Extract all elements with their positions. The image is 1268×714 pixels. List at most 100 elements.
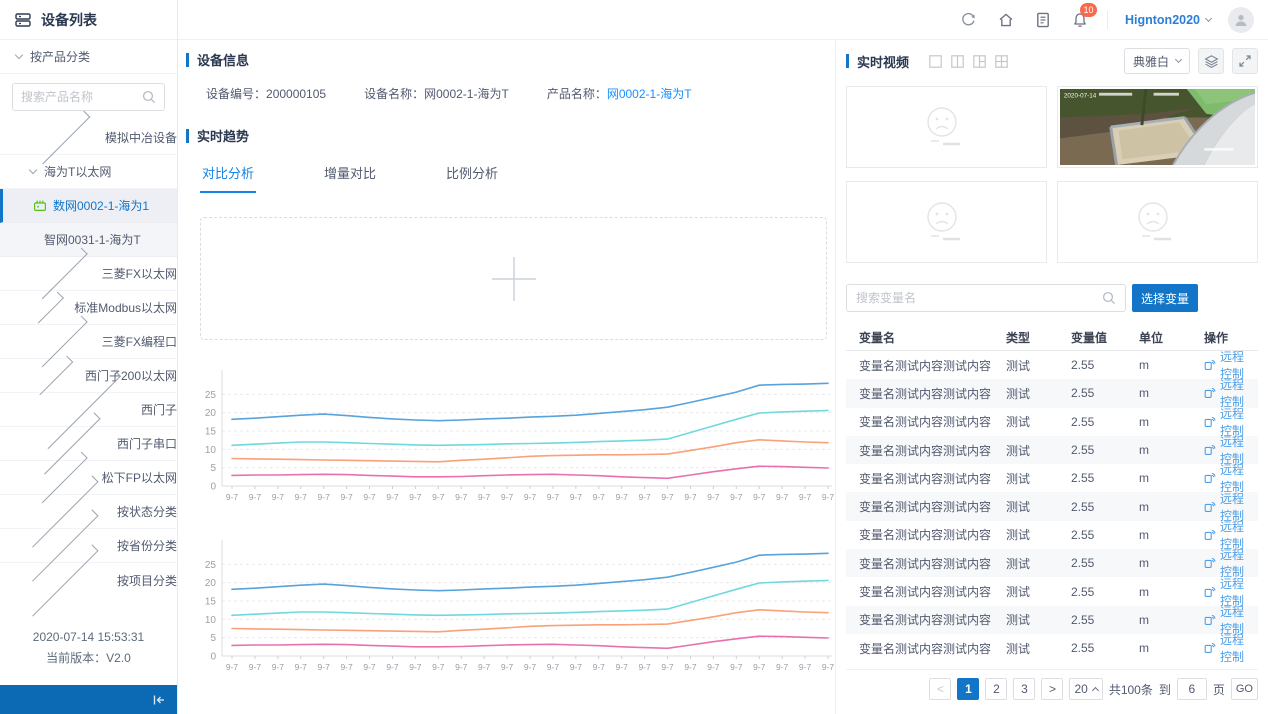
- search-icon[interactable]: [142, 90, 156, 104]
- user-menu[interactable]: Hignton2020: [1125, 13, 1211, 27]
- svg-text:9-7: 9-7: [249, 492, 262, 502]
- tab-increment-compare[interactable]: 增量对比: [322, 155, 378, 193]
- trend-line-chart-2: 05101520259-79-79-79-79-79-79-79-79-79-7…: [192, 536, 837, 688]
- notifications-bell-icon[interactable]: 10: [1070, 10, 1090, 30]
- layout-2-window-icon[interactable]: [951, 55, 964, 68]
- svg-text:9-7: 9-7: [340, 492, 353, 502]
- chevron-down-icon: [1205, 14, 1212, 21]
- svg-text:9-7: 9-7: [799, 662, 812, 672]
- variable-unit: m: [1139, 500, 1204, 514]
- remote-control-link[interactable]: 远程控制: [1204, 631, 1252, 665]
- page-button-3[interactable]: 3: [1013, 678, 1035, 700]
- variable-type: 测试: [1006, 357, 1071, 374]
- svg-text:9-7: 9-7: [707, 662, 720, 672]
- variable-type: 测试: [1006, 470, 1071, 487]
- svg-text:9-7: 9-7: [455, 662, 468, 672]
- home-icon[interactable]: [996, 10, 1016, 30]
- tree-leaf-device-selected[interactable]: 数网0002-1-海为1: [0, 189, 177, 223]
- variable-type: 测试: [1006, 640, 1071, 657]
- trend-line-chart-1: 05101520259-79-79-79-79-79-79-79-79-79-7…: [192, 366, 837, 518]
- sidebar-header: 设备列表: [0, 0, 177, 40]
- version-info: 2020-07-14 15:53:31 当前版本：V2.0: [0, 627, 177, 685]
- video-slot-empty-1[interactable]: [846, 86, 1047, 168]
- svg-text:9-7: 9-7: [616, 662, 629, 672]
- current-timestamp: 2020-07-14 15:53:31: [0, 627, 177, 648]
- device-info-fields: 设备编号：200000105 设备名称：网0002-1-海为T 产品名称：网00…: [206, 85, 835, 102]
- tree-item-simulated[interactable]: 模拟中冶设备: [0, 121, 177, 155]
- variable-type: 测试: [1006, 385, 1071, 402]
- refresh-icon[interactable]: [959, 10, 979, 30]
- theme-select[interactable]: 典雅白: [1124, 48, 1190, 74]
- select-variable-button[interactable]: 选择变量: [1132, 284, 1198, 312]
- page-button-2[interactable]: 2: [985, 678, 1007, 700]
- variable-unit: m: [1139, 415, 1204, 429]
- avatar[interactable]: [1228, 7, 1254, 33]
- remote-control-icon: [1204, 416, 1216, 428]
- svg-text:25: 25: [205, 390, 217, 401]
- tree-item[interactable]: 三菱FX以太网: [0, 257, 177, 291]
- video-slot-camera[interactable]: 2020-07-14: [1057, 86, 1258, 168]
- collapse-sidebar-icon[interactable]: [151, 692, 167, 708]
- tree-item[interactable]: 西门子200以太网: [0, 359, 177, 393]
- svg-text:9-7: 9-7: [616, 492, 629, 502]
- search-icon[interactable]: [1102, 291, 1116, 305]
- sidebar-title: 设备列表: [41, 10, 97, 30]
- variable-search-input[interactable]: [856, 291, 1096, 305]
- variable-value: 2.55: [1071, 556, 1139, 570]
- add-chart-placeholder[interactable]: [200, 217, 827, 340]
- report-icon[interactable]: [1033, 10, 1053, 30]
- page-size-select[interactable]: 20: [1069, 678, 1102, 700]
- video-section-header: 实时视频: [846, 48, 1258, 74]
- prev-page-button[interactable]: <: [929, 678, 951, 700]
- device-info-title: 设备信息: [186, 50, 835, 69]
- svg-text:9-7: 9-7: [822, 662, 835, 672]
- variables-table-body: 变量名测试内容测试内容测试2.55m远程控制变量名测试内容测试内容测试2.55m…: [846, 351, 1258, 662]
- goto-confirm-button[interactable]: GO: [1231, 678, 1258, 700]
- tree-group-by-product[interactable]: 按产品分类: [0, 40, 177, 74]
- tree-group-by-project[interactable]: 按项目分类: [0, 563, 177, 597]
- layout-4-window-icon[interactable]: [995, 55, 1008, 68]
- svg-text:9-7: 9-7: [432, 662, 445, 672]
- layout-1-window-icon[interactable]: [929, 55, 942, 68]
- sidebar-collapse-bar[interactable]: [0, 685, 177, 714]
- svg-text:9-7: 9-7: [753, 492, 766, 502]
- variable-type: 测试: [1006, 611, 1071, 628]
- variable-value: 2.55: [1071, 415, 1139, 429]
- remote-control-icon: [1204, 501, 1216, 513]
- variable-value: 2.55: [1071, 613, 1139, 627]
- variable-unit: m: [1139, 358, 1204, 372]
- video-slot-empty-3[interactable]: [1057, 181, 1258, 263]
- tree-item[interactable]: 三菱FX编程口: [0, 325, 177, 359]
- fullscreen-button[interactable]: [1232, 48, 1258, 74]
- next-page-button[interactable]: >: [1041, 678, 1063, 700]
- variable-value: 2.55: [1071, 641, 1139, 655]
- version-label: 当前版本：V2.0: [0, 648, 177, 669]
- product-name-link[interactable]: 网0002-1-海为T: [607, 87, 692, 101]
- tree-item-haiwei[interactable]: 海为T以太网: [0, 155, 177, 189]
- trend-chart-block-2: 05101520259-79-79-79-79-79-79-79-79-79-7…: [192, 536, 835, 688]
- video-layout-switcher: [929, 55, 1008, 68]
- svg-text:9-7: 9-7: [661, 662, 674, 672]
- layers-button[interactable]: [1198, 48, 1224, 74]
- video-slot-empty-2[interactable]: [846, 181, 1047, 263]
- table-row: 变量名测试内容测试内容测试2.55m远程控制: [846, 634, 1258, 662]
- tree-item[interactable]: 西门子串口: [0, 427, 177, 461]
- variable-value: 2.55: [1071, 386, 1139, 400]
- product-search-input[interactable]: [21, 90, 136, 104]
- tab-ratio-analysis[interactable]: 比例分析: [444, 155, 500, 193]
- svg-text:9-7: 9-7: [226, 492, 239, 502]
- svg-text:9-7: 9-7: [409, 492, 422, 502]
- svg-text:9-7: 9-7: [707, 492, 720, 502]
- sidebar: 设备列表 按产品分类 模拟中冶设备 海为T以太网: [0, 0, 178, 714]
- page-button-1[interactable]: 1: [957, 678, 979, 700]
- svg-text:9-7: 9-7: [822, 492, 835, 502]
- tree-item[interactable]: 标准Modbus以太网: [0, 291, 177, 325]
- svg-text:15: 15: [205, 597, 217, 608]
- user-icon: [1233, 12, 1249, 28]
- variable-name: 变量名测试内容测试内容: [859, 385, 1006, 402]
- tab-compare-analysis[interactable]: 对比分析: [200, 155, 256, 193]
- tree-leaf-device[interactable]: 智网0031-1-海为T: [0, 223, 177, 257]
- layout-3-window-icon[interactable]: [973, 55, 986, 68]
- goto-page-input[interactable]: 6: [1177, 678, 1207, 700]
- svg-text:9-7: 9-7: [593, 662, 606, 672]
